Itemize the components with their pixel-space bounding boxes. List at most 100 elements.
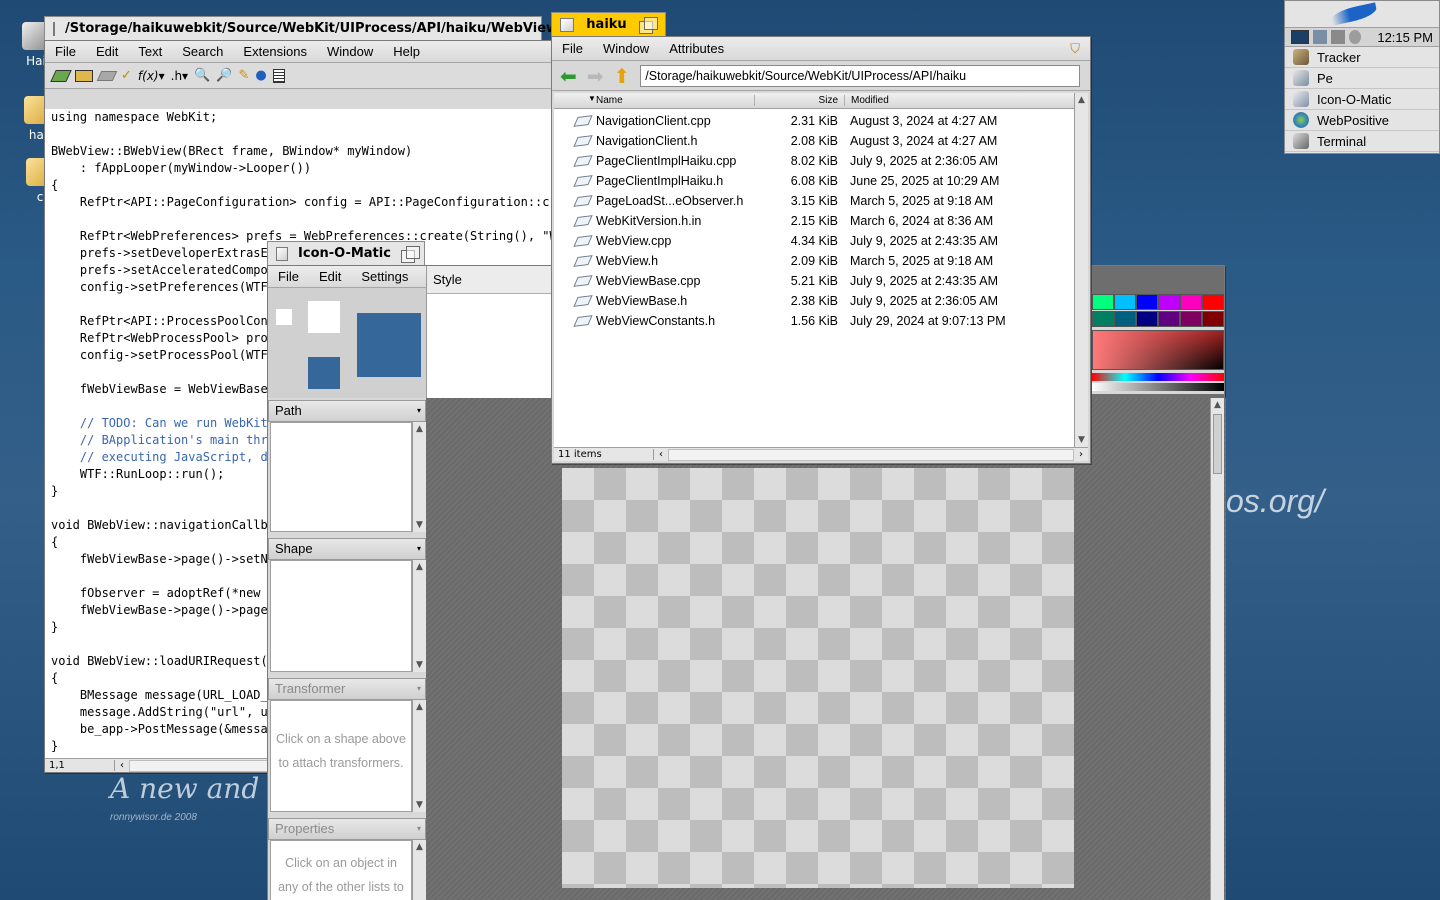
check-icon[interactable]: ✓ [121,68,132,83]
menu-file[interactable]: File [268,269,309,284]
color-swatch[interactable] [1092,294,1114,310]
menu-text[interactable]: Text [128,44,172,59]
horizontal-scrollbar[interactable] [668,448,1074,461]
file-row[interactable]: PageLoadSt...eObserver.h 3.15 KiB March 5,… [554,191,1074,211]
path-list[interactable] [270,422,412,532]
menu-attributes[interactable]: Attributes [659,41,734,56]
menu-extensions[interactable]: Extensions [233,44,317,59]
file-row[interactable]: PageClientImplHaiku.cpp 8.02 KiB July 9, 2… [554,151,1074,171]
back-arrow-icon[interactable]: ⬅ [560,64,577,88]
menu-file[interactable]: File [45,44,86,59]
header-menu-icon[interactable]: .h▾ [171,69,188,83]
split-view-icon[interactable] [272,68,285,83]
close-button[interactable] [560,17,574,32]
color-swatch[interactable] [1114,294,1136,310]
file-row[interactable]: WebViewConstants.h 1.56 KiB July 29, 2024 … [554,311,1074,331]
tracker-window-tab[interactable]: haiku [551,12,666,36]
canvas-scrollbar[interactable]: ▲ [1210,398,1224,900]
transformer-list[interactable]: Click on a shape above to attach transfo… [270,700,412,812]
menu-file[interactable]: File [552,41,593,56]
path-field[interactable]: /Storage/haikuwebkit/Source/WebKit/UIPro… [640,64,1080,87]
transformer-scrollbar[interactable]: ▲ ▼ [412,700,426,812]
color-swatch[interactable] [1136,294,1158,310]
hue-slider[interactable] [1092,373,1224,381]
file-row[interactable]: WebKitVersion.h.in 2.15 KiB March 6, 2024 … [554,211,1074,231]
properties-scrollbar[interactable]: ▲ [412,840,426,900]
close-button[interactable] [276,246,289,261]
deskbar-item-icon-o-matic[interactable]: Icon-O-Matic [1285,89,1439,110]
processes-icon[interactable] [1331,30,1345,44]
path-scrollbar[interactable]: ▲ ▼ [412,422,426,532]
alpha-slider[interactable] [1092,383,1224,391]
bookmark-icon[interactable]: ● [255,68,266,83]
deskbar-item-webpositive[interactable]: WebPositive [1285,110,1439,131]
color-swatch[interactable] [1202,294,1224,310]
file-row[interactable]: WebView.h 2.09 KiB March 5, 2025 at 9:18 A… [554,251,1074,271]
path-section-header[interactable]: Path ▾ [268,400,426,422]
menu-help[interactable]: Help [383,44,430,59]
close-button[interactable] [53,21,55,36]
file-row[interactable]: PageClientImplHaiku.h 6.08 KiB June 25, 20… [554,171,1074,191]
menu-window[interactable]: Window [317,44,383,59]
properties-list[interactable]: Click on an object in any of the other l… [270,840,412,900]
menu-settings[interactable]: Settings [351,269,418,284]
menu-search[interactable]: Search [172,44,233,59]
volume-icon[interactable] [1349,30,1361,44]
file-row[interactable]: WebView.cpp 4.34 KiB July 9, 2025 at 2:43:… [554,231,1074,251]
workspace-icon[interactable] [1291,30,1309,44]
scroll-right-arrow[interactable]: › [1074,449,1088,460]
menu-edit[interactable]: Edit [309,269,351,284]
color-swatch[interactable] [1114,311,1136,327]
deskbar-item-tracker[interactable]: Tracker [1285,47,1439,68]
column-size[interactable]: Size [754,95,838,106]
color-swatch[interactable] [1158,294,1180,310]
color-swatch[interactable] [1180,311,1202,327]
file-list[interactable]: NavigationClient.cpp 2.31 KiB August 3, 20… [554,109,1074,447]
shape-section-header[interactable]: Shape ▾ [268,538,426,560]
deskbar-leaf-logo[interactable] [1285,1,1439,27]
properties-section-header[interactable]: Properties ▾ [268,818,426,840]
menu-window[interactable]: Window [593,41,659,56]
file-row[interactable]: NavigationClient.h 2.08 KiB August 3, 2024… [554,131,1074,151]
function-menu-icon[interactable]: f(x)▾ [138,69,165,83]
iom-window-tab[interactable]: Icon-O-Matic [267,241,425,265]
shape-scrollbar[interactable]: ▲ ▼ [412,560,426,672]
transformer-section-header[interactable]: Transformer ▾ [268,678,426,700]
zoom-button[interactable] [639,16,658,34]
network-icon[interactable] [1313,30,1327,44]
color-swatch[interactable] [1158,311,1180,327]
zoom-button[interactable] [400,245,421,263]
color-field[interactable] [1092,330,1224,370]
color-swatch[interactable] [1092,311,1114,327]
scroll-left-arrow[interactable]: ‹ [115,760,129,771]
pe-window-tab[interactable]: /Storage/haikuwebkit/Source/WebKit/UIPro… [44,16,588,40]
clock[interactable]: 12:15 PM [1377,30,1439,45]
file-list-scrollbar[interactable]: ▲ ▼ [1074,93,1088,447]
shape-list[interactable] [270,560,412,672]
palette-top-row[interactable] [1092,294,1224,310]
deskbar-item-terminal[interactable]: Terminal [1285,131,1439,152]
scroll-left-arrow[interactable]: ‹ [654,449,668,460]
file-row[interactable]: NavigationClient.cpp 2.31 KiB August 3, 20… [554,111,1074,131]
file-row[interactable]: WebViewBase.cpp 5.21 KiB July 9, 2025 at 2… [554,271,1074,291]
column-modified[interactable]: Modified [844,95,1014,106]
file-row[interactable]: WebViewBase.h 2.38 KiB July 9, 2025 at 2:3… [554,291,1074,311]
trash-status-icon[interactable]: ⛉ [1060,41,1090,57]
save-icon[interactable] [96,70,118,81]
find-icon[interactable]: 🔍 [194,68,210,83]
find-again-icon[interactable]: 🔎 [216,68,232,83]
color-palette[interactable] [1092,294,1224,394]
new-document-icon[interactable] [50,69,72,82]
color-swatch[interactable] [1180,294,1202,310]
open-document-icon[interactable] [75,69,93,82]
icon-canvas[interactable] [562,468,1074,888]
edit-pencil-icon[interactable]: ✎ [238,68,249,83]
color-swatch[interactable] [1136,311,1158,327]
menu-edit[interactable]: Edit [86,44,128,59]
up-arrow-icon[interactable]: ⬆ [614,64,631,88]
deskbar-item-pe[interactable]: Pe [1285,68,1439,89]
palette-bottom-row[interactable] [1092,311,1224,327]
column-name[interactable]: Name [596,95,623,106]
forward-arrow-icon[interactable]: ➡ [587,64,604,88]
color-swatch[interactable] [1202,311,1224,327]
